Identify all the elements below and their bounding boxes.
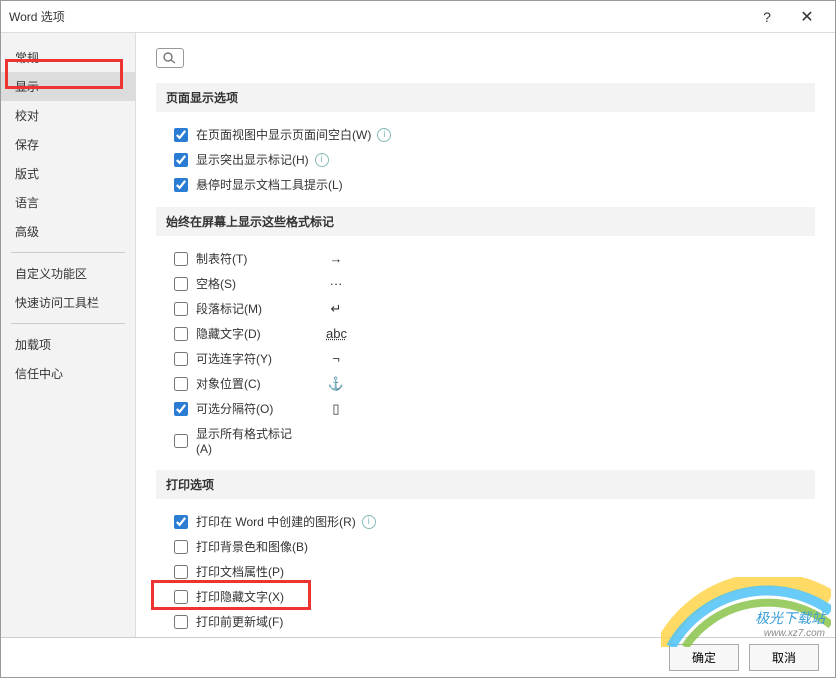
sidebar: 常规 显示 校对 保存 版式 语言 高级 自定义功能区 快速访问工具栏 加载项 … — [1, 33, 136, 637]
cancel-button[interactable]: 取消 — [749, 644, 819, 671]
opt-optional-breaks[interactable]: 可选分隔符(O) ▯ — [156, 396, 815, 421]
section-header-page-display: 页面显示选项 — [156, 83, 815, 112]
sidebar-item-trust-center[interactable]: 信任中心 — [1, 359, 135, 388]
sidebar-divider — [11, 323, 125, 324]
sidebar-divider — [11, 252, 125, 253]
sidebar-item-quick-access[interactable]: 快速访问工具栏 — [1, 288, 135, 317]
help-button[interactable]: ? — [747, 2, 787, 32]
checkbox[interactable] — [174, 402, 188, 416]
magnifier-icon — [156, 48, 184, 68]
sidebar-item-addins[interactable]: 加载项 — [1, 330, 135, 359]
sidebar-item-general[interactable]: 常规 — [1, 43, 135, 72]
opt-label: 制表符(T) — [196, 250, 296, 267]
sidebar-item-customize-ribbon[interactable]: 自定义功能区 — [1, 259, 135, 288]
opt-object-anchors[interactable]: 对象位置(C) ⚓ — [156, 371, 815, 396]
opt-label: 悬停时显示文档工具提示(L) — [196, 176, 343, 193]
opt-spaces[interactable]: 空格(S) ··· — [156, 271, 815, 296]
opt-label: 打印隐藏文字(X) — [196, 588, 284, 605]
opt-label: 在页面视图中显示页面间空白(W) — [196, 126, 371, 143]
symbol-space-icon: ··· — [326, 276, 346, 291]
checkbox[interactable] — [174, 615, 188, 629]
opt-label: 对象位置(C) — [196, 375, 296, 392]
opt-label: 可选分隔符(O) — [196, 400, 296, 417]
symbol-tab-icon: → — [326, 251, 346, 266]
checkbox[interactable] — [174, 590, 188, 604]
body: 常规 显示 校对 保存 版式 语言 高级 自定义功能区 快速访问工具栏 加载项 … — [1, 33, 835, 637]
symbol-anchor-icon: ⚓ — [326, 376, 346, 392]
opt-update-fields-before-print[interactable]: 打印前更新域(F) — [156, 609, 815, 634]
opt-optional-hyphen[interactable]: 可选连字符(Y) ¬ — [156, 346, 815, 371]
info-icon[interactable]: i — [315, 153, 329, 167]
opt-label: 打印在 Word 中创建的图形(R) — [196, 513, 356, 530]
symbol-hidden-icon: abc — [326, 326, 346, 341]
opt-print-background[interactable]: 打印背景色和图像(B) — [156, 534, 815, 559]
sidebar-item-layout[interactable]: 版式 — [1, 159, 135, 188]
sidebar-item-advanced[interactable]: 高级 — [1, 217, 135, 246]
checkbox[interactable] — [174, 153, 188, 167]
opt-label: 打印背景色和图像(B) — [196, 538, 308, 555]
opt-label: 可选连字符(Y) — [196, 350, 296, 367]
opt-label: 打印前更新域(F) — [196, 613, 283, 630]
info-icon[interactable]: i — [377, 128, 391, 142]
checkbox[interactable] — [174, 540, 188, 554]
opt-label: 打印文档属性(P) — [196, 563, 284, 580]
opt-show-all-marks[interactable]: 显示所有格式标记(A) — [156, 421, 815, 460]
sidebar-item-save[interactable]: 保存 — [1, 130, 135, 159]
checkbox[interactable] — [174, 434, 188, 448]
checkbox[interactable] — [174, 515, 188, 529]
close-button[interactable]: ✕ — [787, 2, 827, 32]
window-title: Word 选项 — [9, 8, 747, 25]
opt-print-drawings[interactable]: 打印在 Word 中创建的图形(R) i — [156, 509, 815, 534]
opt-show-whitespace[interactable]: 在页面视图中显示页面间空白(W) i — [156, 122, 815, 147]
content-header-cutoff — [156, 43, 815, 73]
symbol-paragraph-icon: ↵ — [326, 301, 346, 317]
titlebar: Word 选项 ? ✕ — [1, 1, 835, 33]
opt-label: 显示所有格式标记(A) — [196, 425, 296, 456]
checkbox[interactable] — [174, 128, 188, 142]
footer: 确定 取消 — [1, 637, 835, 677]
checkbox[interactable] — [174, 252, 188, 266]
checkbox[interactable] — [174, 277, 188, 291]
sidebar-item-language[interactable]: 语言 — [1, 188, 135, 217]
options-window: Word 选项 ? ✕ 常规 显示 校对 保存 版式 语言 高级 自定义功能区 … — [0, 0, 836, 678]
opt-print-doc-props[interactable]: 打印文档属性(P) — [156, 559, 815, 584]
checkbox[interactable] — [174, 565, 188, 579]
symbol-break-icon: ▯ — [326, 401, 346, 417]
opt-label: 显示突出显示标记(H) — [196, 151, 309, 168]
checkbox[interactable] — [174, 178, 188, 192]
info-icon[interactable]: i — [362, 515, 376, 529]
opt-label: 空格(S) — [196, 275, 296, 292]
section-header-print: 打印选项 — [156, 470, 815, 499]
checkbox[interactable] — [174, 352, 188, 366]
checkbox[interactable] — [174, 377, 188, 391]
sidebar-item-display[interactable]: 显示 — [1, 72, 135, 101]
sidebar-item-proofing[interactable]: 校对 — [1, 101, 135, 130]
checkbox[interactable] — [174, 327, 188, 341]
opt-show-tooltips[interactable]: 悬停时显示文档工具提示(L) — [156, 172, 815, 197]
opt-label: 段落标记(M) — [196, 300, 296, 317]
opt-tab-chars[interactable]: 制表符(T) → — [156, 246, 815, 271]
opt-paragraph-marks[interactable]: 段落标记(M) ↵ — [156, 296, 815, 321]
checkbox[interactable] — [174, 302, 188, 316]
opt-label: 隐藏文字(D) — [196, 325, 296, 342]
ok-button[interactable]: 确定 — [669, 644, 739, 671]
symbol-hyphen-icon: ¬ — [326, 351, 346, 366]
opt-show-highlight[interactable]: 显示突出显示标记(H) i — [156, 147, 815, 172]
opt-hidden-text[interactable]: 隐藏文字(D) abc — [156, 321, 815, 346]
section-header-formatting-marks: 始终在屏幕上显示这些格式标记 — [156, 207, 815, 236]
opt-print-hidden-text[interactable]: 打印隐藏文字(X) — [156, 584, 815, 609]
opt-update-linked-data-before-print[interactable]: 打印前更新链接数据(K) — [156, 634, 815, 637]
content-panel: 页面显示选项 在页面视图中显示页面间空白(W) i 显示突出显示标记(H) i … — [136, 33, 835, 637]
